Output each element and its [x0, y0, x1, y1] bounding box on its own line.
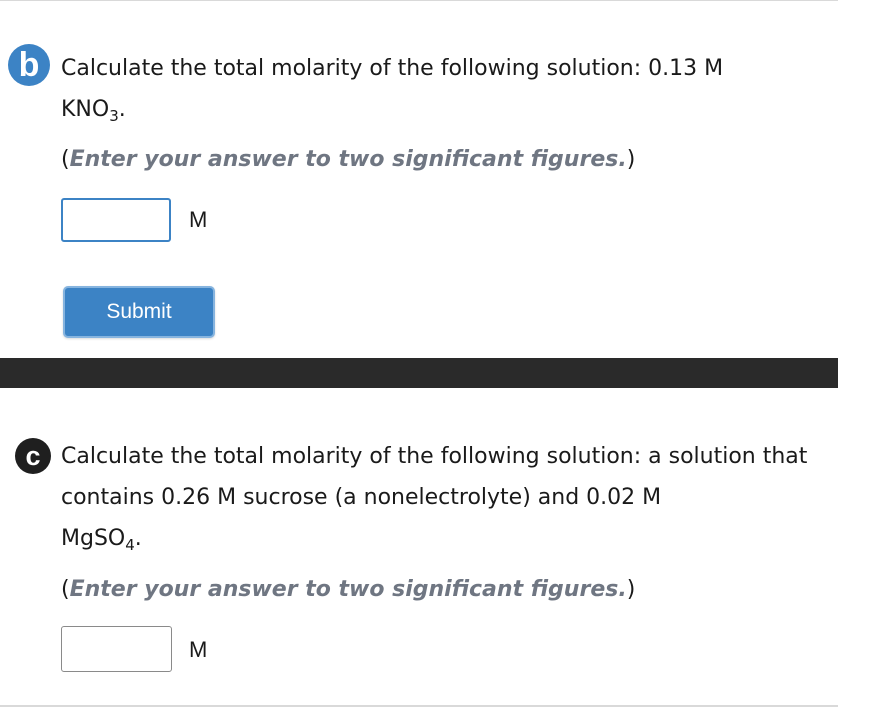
part-c-hint-open: ( — [61, 577, 70, 602]
part-c-hint: (Enter your answer to two significant fi… — [61, 577, 635, 602]
part-b-question-text: Calculate the total molarity of the foll… — [61, 56, 724, 81]
part-c-compound: MgSO — [61, 526, 126, 551]
part-b-compound-subscript: 3 — [109, 107, 119, 125]
part-b-hint-close: ) — [626, 147, 636, 172]
part-b-hint-text: Enter your answer to two significant fig… — [69, 147, 627, 172]
part-c-compound-suffix: . — [134, 526, 142, 551]
part-b-badge: b — [8, 44, 50, 86]
part-b-question: Calculate the total molarity of the foll… — [61, 48, 831, 130]
submit-button[interactable]: Submit — [63, 286, 215, 338]
part-c-answer-input[interactable] — [61, 626, 172, 672]
part-c-badge: c — [15, 438, 51, 474]
part-c-unit-label: M — [189, 637, 208, 662]
part-c-hint-text: Enter your answer to two significant fig… — [69, 577, 627, 602]
part-b-compound-suffix: . — [118, 97, 126, 122]
part-c-question: Calculate the total molarity of the foll… — [61, 436, 831, 559]
top-divider — [0, 0, 838, 1]
part-b-unit-label: M — [189, 207, 208, 232]
bottom-divider — [0, 705, 838, 707]
part-b-answer-input[interactable] — [61, 198, 171, 242]
part-b-compound: KNO — [61, 97, 110, 122]
section-divider-bar — [0, 358, 838, 388]
part-c-compound-subscript: 4 — [125, 536, 135, 554]
part-b-hint: (Enter your answer to two significant fi… — [61, 147, 635, 172]
part-b-hint-open: ( — [61, 147, 70, 172]
part-c-question-text: Calculate the total molarity of the foll… — [61, 444, 808, 510]
part-c-hint-close: ) — [626, 577, 636, 602]
